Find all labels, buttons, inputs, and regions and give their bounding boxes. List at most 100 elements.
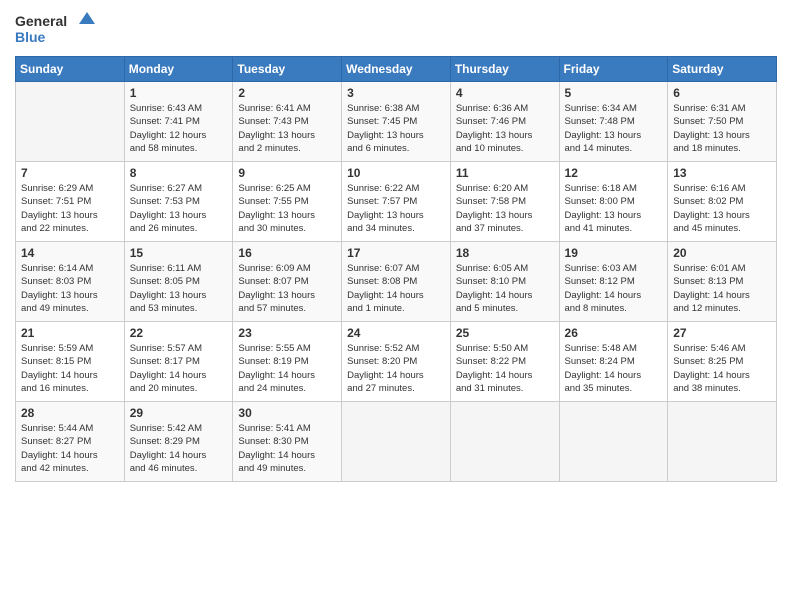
calendar-cell xyxy=(16,82,125,162)
cell-info: Sunrise: 5:44 AMSunset: 8:27 PMDaylight:… xyxy=(21,422,119,475)
weekday-wednesday: Wednesday xyxy=(342,57,451,82)
cell-info: Sunrise: 5:57 AMSunset: 8:17 PMDaylight:… xyxy=(130,342,228,395)
calendar-cell: 25 Sunrise: 5:50 AMSunset: 8:22 PMDayligh… xyxy=(450,322,559,402)
cell-info: Sunrise: 5:52 AMSunset: 8:20 PMDaylight:… xyxy=(347,342,445,395)
day-number: 25 xyxy=(456,326,554,340)
cell-info: Sunrise: 6:11 AMSunset: 8:05 PMDaylight:… xyxy=(130,262,228,315)
calendar-cell: 24 Sunrise: 5:52 AMSunset: 8:20 PMDayligh… xyxy=(342,322,451,402)
calendar-cell: 8 Sunrise: 6:27 AMSunset: 7:53 PMDaylight… xyxy=(124,162,233,242)
calendar-cell: 11Sunrise: 6:20 AMSunset: 7:58 PMDayligh… xyxy=(450,162,559,242)
cell-info: Sunrise: 6:38 AMSunset: 7:45 PMDaylight:… xyxy=(347,102,445,155)
day-number: 12 xyxy=(565,166,663,180)
week-row-2: 14 Sunrise: 6:14 AMSunset: 8:03 PMDayligh… xyxy=(16,242,777,322)
calendar-cell: 4 Sunrise: 6:36 AMSunset: 7:46 PMDaylight… xyxy=(450,82,559,162)
calendar-cell: 13 Sunrise: 6:16 AMSunset: 8:02 PMDayligh… xyxy=(668,162,777,242)
calendar-cell: 2 Sunrise: 6:41 AMSunset: 7:43 PMDaylight… xyxy=(233,82,342,162)
calendar-cell xyxy=(559,402,668,482)
day-number: 9 xyxy=(238,166,336,180)
cell-info: Sunrise: 6:36 AMSunset: 7:46 PMDaylight:… xyxy=(456,102,554,155)
week-row-0: 1 Sunrise: 6:43 AMSunset: 7:41 PMDaylight… xyxy=(16,82,777,162)
cell-info: Sunrise: 6:43 AMSunset: 7:41 PMDaylight:… xyxy=(130,102,228,155)
cell-info: Sunrise: 6:22 AMSunset: 7:57 PMDaylight:… xyxy=(347,182,445,235)
day-number: 30 xyxy=(238,406,336,420)
cell-info: Sunrise: 5:59 AMSunset: 8:15 PMDaylight:… xyxy=(21,342,119,395)
cell-info: Sunrise: 6:16 AMSunset: 8:02 PMDaylight:… xyxy=(673,182,771,235)
day-number: 6 xyxy=(673,86,771,100)
calendar-cell: 30 Sunrise: 5:41 AMSunset: 8:30 PMDayligh… xyxy=(233,402,342,482)
day-number: 15 xyxy=(130,246,228,260)
calendar-cell: 20Sunrise: 6:01 AMSunset: 8:13 PMDayligh… xyxy=(668,242,777,322)
calendar-cell xyxy=(668,402,777,482)
calendar-cell: 23 Sunrise: 5:55 AMSunset: 8:19 PMDayligh… xyxy=(233,322,342,402)
cell-info: Sunrise: 5:50 AMSunset: 8:22 PMDaylight:… xyxy=(456,342,554,395)
calendar-cell: 15 Sunrise: 6:11 AMSunset: 8:05 PMDayligh… xyxy=(124,242,233,322)
calendar-cell: 12Sunrise: 6:18 AMSunset: 8:00 PMDayligh… xyxy=(559,162,668,242)
day-number: 2 xyxy=(238,86,336,100)
weekday-header-row: SundayMondayTuesdayWednesdayThursdayFrid… xyxy=(16,57,777,82)
day-number: 13 xyxy=(673,166,771,180)
calendar-cell xyxy=(450,402,559,482)
header: General Blue xyxy=(15,10,777,48)
calendar-cell: 9Sunrise: 6:25 AMSunset: 7:55 PMDaylight… xyxy=(233,162,342,242)
cell-info: Sunrise: 6:14 AMSunset: 8:03 PMDaylight:… xyxy=(21,262,119,315)
day-number: 24 xyxy=(347,326,445,340)
cell-info: Sunrise: 6:31 AMSunset: 7:50 PMDaylight:… xyxy=(673,102,771,155)
day-number: 10 xyxy=(347,166,445,180)
calendar-cell: 3 Sunrise: 6:38 AMSunset: 7:45 PMDaylight… xyxy=(342,82,451,162)
day-number: 17 xyxy=(347,246,445,260)
calendar-cell xyxy=(342,402,451,482)
calendar-cell: 6 Sunrise: 6:31 AMSunset: 7:50 PMDaylight… xyxy=(668,82,777,162)
day-number: 21 xyxy=(21,326,119,340)
day-number: 23 xyxy=(238,326,336,340)
cell-info: Sunrise: 6:27 AMSunset: 7:53 PMDaylight:… xyxy=(130,182,228,235)
weekday-saturday: Saturday xyxy=(668,57,777,82)
day-number: 5 xyxy=(565,86,663,100)
week-row-1: 7 Sunrise: 6:29 AMSunset: 7:51 PMDaylight… xyxy=(16,162,777,242)
svg-text:Blue: Blue xyxy=(15,29,46,45)
weekday-thursday: Thursday xyxy=(450,57,559,82)
calendar-cell: 7 Sunrise: 6:29 AMSunset: 7:51 PMDaylight… xyxy=(16,162,125,242)
week-row-4: 28 Sunrise: 5:44 AMSunset: 8:27 PMDayligh… xyxy=(16,402,777,482)
cell-info: Sunrise: 5:48 AMSunset: 8:24 PMDaylight:… xyxy=(565,342,663,395)
day-number: 8 xyxy=(130,166,228,180)
calendar-cell: 18 Sunrise: 6:05 AMSunset: 8:10 PMDayligh… xyxy=(450,242,559,322)
calendar-cell: 26 Sunrise: 5:48 AMSunset: 8:24 PMDayligh… xyxy=(559,322,668,402)
weekday-tuesday: Tuesday xyxy=(233,57,342,82)
calendar: SundayMondayTuesdayWednesdayThursdayFrid… xyxy=(15,56,777,482)
calendar-cell: 19Sunrise: 6:03 AMSunset: 8:12 PMDayligh… xyxy=(559,242,668,322)
cell-info: Sunrise: 6:20 AMSunset: 7:58 PMDaylight:… xyxy=(456,182,554,235)
cell-info: Sunrise: 6:41 AMSunset: 7:43 PMDaylight:… xyxy=(238,102,336,155)
day-number: 27 xyxy=(673,326,771,340)
generalblue-logo: General Blue xyxy=(15,10,95,48)
day-number: 1 xyxy=(130,86,228,100)
calendar-cell: 27 Sunrise: 5:46 AMSunset: 8:25 PMDayligh… xyxy=(668,322,777,402)
day-number: 22 xyxy=(130,326,228,340)
calendar-cell: 28 Sunrise: 5:44 AMSunset: 8:27 PMDayligh… xyxy=(16,402,125,482)
calendar-cell: 21 Sunrise: 5:59 AMSunset: 8:15 PMDayligh… xyxy=(16,322,125,402)
day-number: 14 xyxy=(21,246,119,260)
day-number: 26 xyxy=(565,326,663,340)
weekday-friday: Friday xyxy=(559,57,668,82)
cell-info: Sunrise: 6:34 AMSunset: 7:48 PMDaylight:… xyxy=(565,102,663,155)
day-number: 18 xyxy=(456,246,554,260)
cell-info: Sunrise: 6:05 AMSunset: 8:10 PMDaylight:… xyxy=(456,262,554,315)
calendar-cell: 10 Sunrise: 6:22 AMSunset: 7:57 PMDayligh… xyxy=(342,162,451,242)
calendar-cell: 22 Sunrise: 5:57 AMSunset: 8:17 PMDayligh… xyxy=(124,322,233,402)
day-number: 28 xyxy=(21,406,119,420)
page: General Blue SundayMondayTuesdayWednesda… xyxy=(0,0,792,612)
cell-info: Sunrise: 5:55 AMSunset: 8:19 PMDaylight:… xyxy=(238,342,336,395)
calendar-cell: 1 Sunrise: 6:43 AMSunset: 7:41 PMDaylight… xyxy=(124,82,233,162)
day-number: 3 xyxy=(347,86,445,100)
calendar-cell: 14 Sunrise: 6:14 AMSunset: 8:03 PMDayligh… xyxy=(16,242,125,322)
day-number: 19 xyxy=(565,246,663,260)
calendar-cell: 5 Sunrise: 6:34 AMSunset: 7:48 PMDaylight… xyxy=(559,82,668,162)
day-number: 7 xyxy=(21,166,119,180)
cell-info: Sunrise: 6:07 AMSunset: 8:08 PMDaylight:… xyxy=(347,262,445,315)
cell-info: Sunrise: 5:42 AMSunset: 8:29 PMDaylight:… xyxy=(130,422,228,475)
day-number: 4 xyxy=(456,86,554,100)
cell-info: Sunrise: 5:46 AMSunset: 8:25 PMDaylight:… xyxy=(673,342,771,395)
cell-info: Sunrise: 5:41 AMSunset: 8:30 PMDaylight:… xyxy=(238,422,336,475)
day-number: 29 xyxy=(130,406,228,420)
cell-info: Sunrise: 6:29 AMSunset: 7:51 PMDaylight:… xyxy=(21,182,119,235)
calendar-cell: 29 Sunrise: 5:42 AMSunset: 8:29 PMDayligh… xyxy=(124,402,233,482)
